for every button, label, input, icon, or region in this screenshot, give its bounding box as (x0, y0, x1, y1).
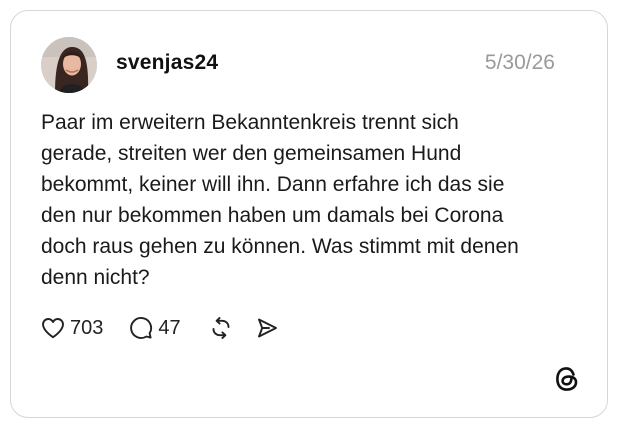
post-text-line: den nur bekommen haben um damals bei Cor… (41, 204, 504, 227)
like-button[interactable]: 703 (41, 317, 103, 340)
post-text-line: Paar im erweitern Bekanntenkreis trennt … (41, 111, 459, 134)
speech-bubble-icon (130, 317, 153, 339)
post-date[interactable]: 5/30/26 (485, 51, 555, 75)
reply-button[interactable]: 47 (129, 316, 181, 340)
heart-icon (42, 318, 64, 339)
like-count: 703 (70, 316, 104, 339)
username[interactable]: svenjas24 (116, 51, 218, 75)
post-text-line: gerade, streiten wer den gemeinsamen Hun… (41, 142, 462, 165)
post-text-line: doch raus gehen zu können. Was stimmt mi… (41, 235, 519, 258)
post-text-line: denn nicht? (41, 266, 150, 289)
send-icon (257, 318, 277, 338)
post-actions: 703 47 (41, 313, 279, 343)
reply-count: 47 (158, 316, 181, 339)
avatar[interactable] (41, 37, 97, 93)
threads-logo-icon[interactable] (553, 365, 581, 393)
post-text: Paar im erweitern Bekanntenkreis trennt … (41, 107, 581, 293)
avatar-image (41, 37, 97, 93)
post-text-line: bekommt, keiner will ihn. Dann erfahre i… (41, 173, 505, 196)
repost-icon (212, 317, 230, 339)
repost-button[interactable] (209, 316, 233, 340)
threads-post-card: svenjas24 5/30/26 Paar im erweitern Beka… (10, 10, 608, 418)
share-button[interactable] (255, 316, 279, 340)
